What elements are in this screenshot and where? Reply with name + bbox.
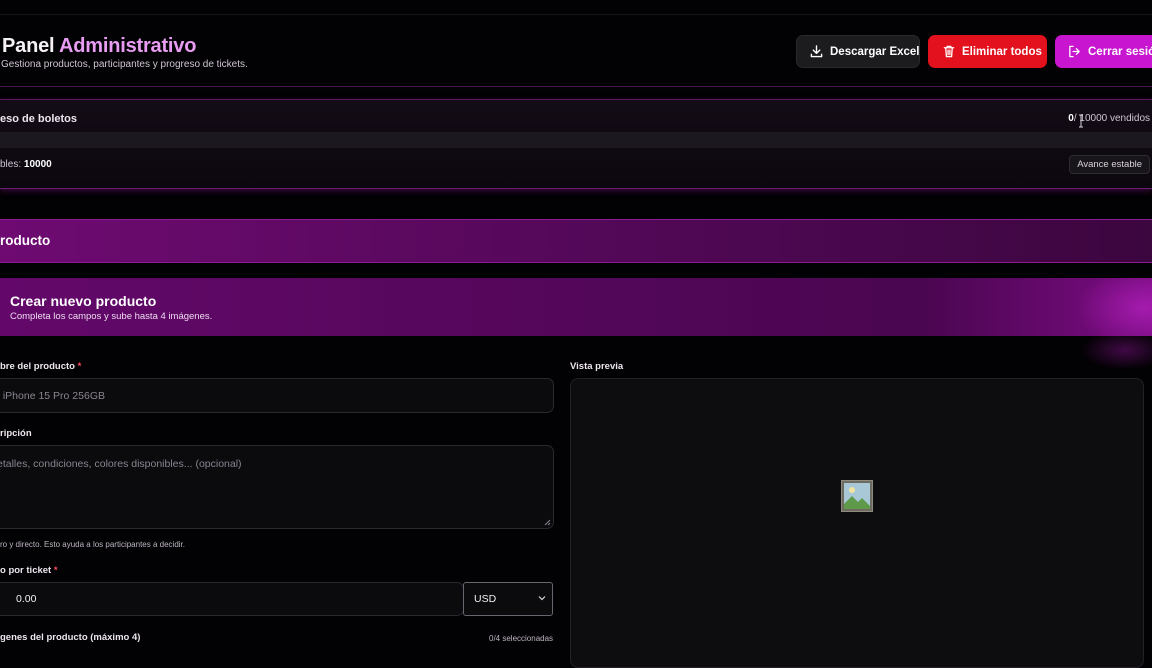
download-excel-label: Descargar Excel xyxy=(830,45,920,58)
images-count: 0/4 seleccionadas xyxy=(489,634,554,643)
logout-button[interactable]: Cerrar sesión xyxy=(1055,35,1152,68)
text-cursor-icon xyxy=(1079,114,1083,128)
price-input[interactable]: 0.00 xyxy=(0,582,464,616)
product-section-bar: roducto xyxy=(0,219,1152,263)
price-label: o por ticket * xyxy=(0,565,58,576)
logout-label: Cerrar sesión xyxy=(1088,45,1152,58)
sold-suffix: / 10000 vendidos xyxy=(1073,113,1150,124)
section-title: roducto xyxy=(0,233,51,248)
description-textarea[interactable]: etalles, condiciones, colores disponible… xyxy=(0,445,554,529)
header-divider xyxy=(0,86,1152,87)
delete-all-label: Eliminar todos xyxy=(962,45,1042,58)
progress-title: eso de boletos xyxy=(0,113,78,125)
create-product-subtitle: Completa los campos y sube hasta 4 imáge… xyxy=(10,311,213,322)
available-value: 10000 xyxy=(23,159,52,170)
trash-icon xyxy=(943,45,955,58)
image-placeholder-icon xyxy=(841,480,873,512)
product-name-input[interactable]: . iPhone 15 Pro 256GB xyxy=(0,378,554,413)
product-name-label: bre del producto * xyxy=(0,361,82,372)
preview-label: Vista previa xyxy=(570,361,624,372)
status-badge: Avance estable xyxy=(1069,155,1150,174)
chevron-down-icon xyxy=(538,596,546,601)
admin-header: Panel Administrativo Gestiona productos,… xyxy=(0,15,1152,87)
logout-icon xyxy=(1069,45,1080,58)
description-placeholder: etalles, condiciones, colores disponible… xyxy=(0,458,242,470)
product-preview xyxy=(570,378,1144,668)
available-label: bles: xyxy=(0,159,22,170)
page-title: Panel Administrativo xyxy=(2,35,197,57)
create-product-header: Crear nuevo producto Completa los campos… xyxy=(0,278,1152,336)
progress-bar xyxy=(0,132,1152,148)
delete-all-button[interactable]: Eliminar todos xyxy=(928,35,1047,68)
description-helper: ro y directo. Esto ayuda a los participa… xyxy=(0,540,185,549)
ticket-progress-card: eso de boletos 0/ 10000 vendidos bles: 1… xyxy=(0,99,1152,189)
download-icon xyxy=(810,45,823,58)
download-excel-button[interactable]: Descargar Excel xyxy=(796,35,920,68)
currency-value: USD xyxy=(474,593,497,605)
description-label: ripción xyxy=(0,428,32,439)
decorative-glow xyxy=(1075,278,1152,336)
decorative-glow xyxy=(1080,330,1152,370)
currency-select[interactable]: USD xyxy=(463,582,553,616)
resize-handle-icon[interactable] xyxy=(544,519,551,526)
images-label: genes del producto (máximo 4) xyxy=(0,632,141,643)
available-tickets: bles: 10000 xyxy=(0,159,52,170)
create-product-title: Crear nuevo producto xyxy=(10,293,157,309)
page-subtitle: Gestiona productos, participantes y prog… xyxy=(1,59,248,70)
